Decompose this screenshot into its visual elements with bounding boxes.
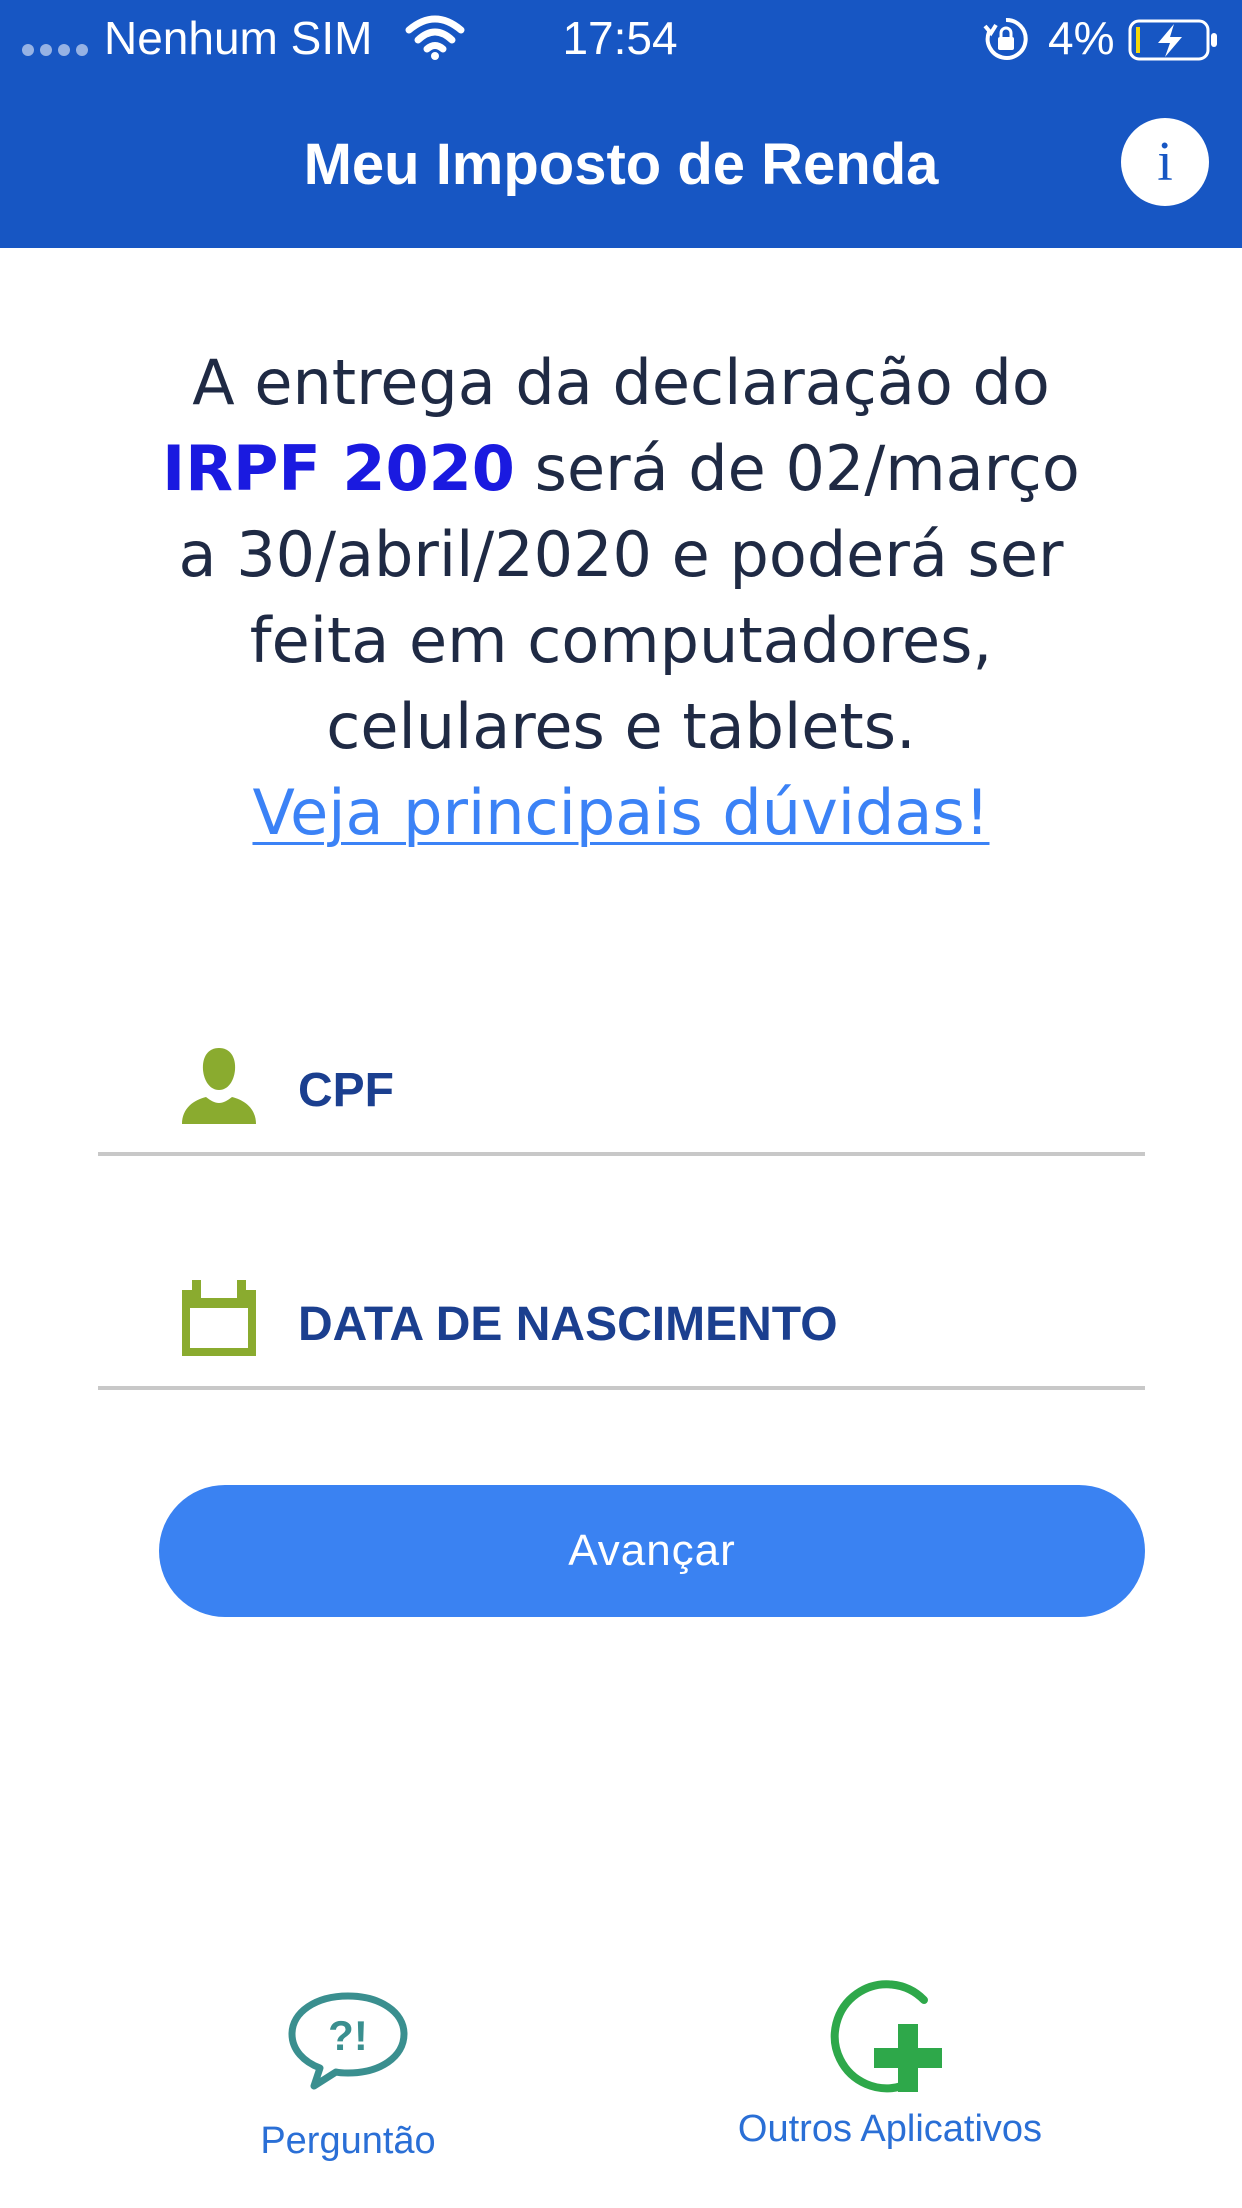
signal-icon [22, 44, 102, 58]
notice-line: IRPF 2020 será de 02/março [70, 426, 1172, 512]
add-circle-icon [830, 1980, 942, 2093]
question-bubble-icon: ?! [288, 1992, 408, 2090]
notice-line: A entrega da declaração do [192, 346, 1050, 419]
notice-line: celulares e tablets. [326, 690, 916, 763]
carrier-name: Nenhum SIM [104, 12, 373, 64]
tab-perguntao[interactable]: ?! Perguntão [198, 1990, 498, 2200]
calendar-icon [182, 1280, 256, 1356]
notice-line: feita em computadores, [249, 604, 993, 677]
status-time: 17:54 [562, 12, 678, 64]
page-title: Meu Imposto de Renda [303, 132, 939, 197]
wifi-icon [405, 15, 465, 60]
notice-line: a 30/abril/2020 e poderá ser [178, 518, 1064, 591]
birth-date-input[interactable] [298, 1280, 1118, 1368]
orientation-lock-icon [983, 17, 1028, 60]
faq-link[interactable]: Veja principais dúvidas! [252, 770, 989, 856]
advance-button[interactable]: Avançar [159, 1485, 1145, 1617]
svg-text:?!: ?! [328, 2012, 368, 2059]
tab-outros-aplicativos[interactable]: Outros Aplicativos [690, 1980, 1090, 2200]
app-screen: Nenhum SIM 17:54 4% Meu Imposto de Renda… [0, 0, 1242, 2208]
tab-label: Outros Aplicativos [737, 2108, 1043, 2150]
status-bar: Nenhum SIM 17:54 4% [0, 0, 1242, 80]
cpf-field[interactable] [98, 1044, 1145, 1156]
info-button[interactable]: i [1121, 118, 1209, 206]
birth-date-field[interactable] [98, 1278, 1145, 1390]
app-header: Nenhum SIM 17:54 4% Meu Imposto de Renda… [0, 0, 1242, 248]
cpf-input[interactable] [298, 1046, 1118, 1134]
notice-text: será de 02/março [534, 432, 1080, 505]
battery-charging-icon [1128, 19, 1217, 61]
person-icon [182, 1048, 256, 1124]
irpf-highlight: IRPF 2020 [162, 432, 515, 505]
battery-percent: 4% [1048, 12, 1115, 64]
deadline-notice: A entrega da declaração do IRPF 2020 ser… [70, 340, 1172, 856]
tab-label: Perguntão [260, 2120, 436, 2162]
